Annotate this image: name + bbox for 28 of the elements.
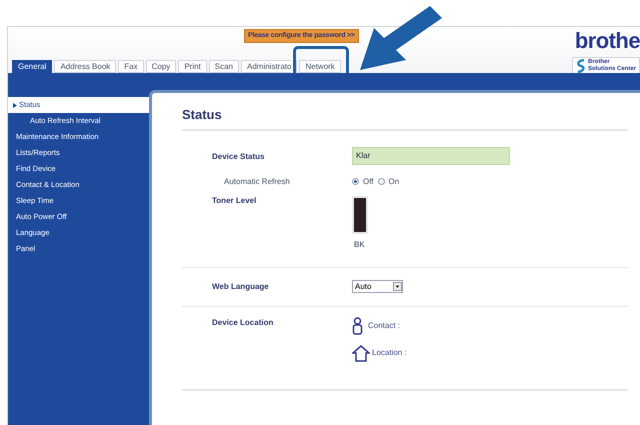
- language-dropdown[interactable]: Auto: [352, 280, 403, 293]
- brand-logo: brothe: [574, 29, 640, 53]
- tab[interactable]: Address Book: [54, 60, 116, 73]
- field-label: Automatic Refresh: [223, 176, 291, 188]
- tab[interactable]: Print: [178, 60, 207, 73]
- field-label: Toner Level: [212, 194, 258, 206]
- tab[interactable]: General: [12, 60, 52, 74]
- radio-button[interactable]: [352, 178, 359, 185]
- house-icon: [352, 344, 370, 362]
- tab[interactable]: Administrato: [241, 60, 298, 73]
- field-label: Web Language: [212, 280, 270, 292]
- radio-label: On: [388, 176, 400, 188]
- status-field: Klar: [352, 146, 510, 164]
- field-label: Device Status: [212, 150, 266, 162]
- location-label: Location :: [372, 347, 407, 359]
- swoosh-icon: [576, 59, 586, 73]
- radio-button[interactable]: [378, 178, 385, 185]
- field-label: Device Location: [212, 316, 274, 328]
- contact-label: Contact :: [368, 320, 400, 332]
- tab[interactable]: Fax: [118, 60, 144, 73]
- radio-label: Off: [363, 176, 374, 188]
- caret-icon: [13, 102, 17, 108]
- page-title: Status: [182, 105, 628, 130]
- person-icon: [352, 316, 363, 334]
- tab[interactable]: Copy: [146, 60, 176, 73]
- toner-name: BK: [353, 238, 365, 250]
- tab[interactable]: Scan: [208, 60, 239, 73]
- tab[interactable]: Network: [299, 60, 341, 73]
